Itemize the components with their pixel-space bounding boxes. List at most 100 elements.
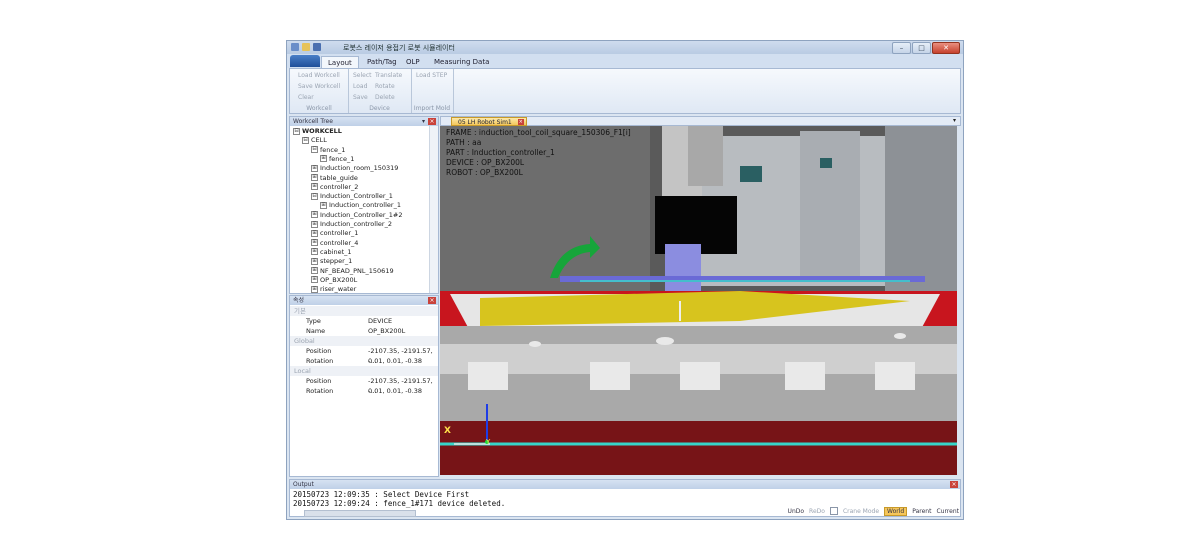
property-row: Rotation 0.01, 0.01, -0.38	[290, 356, 438, 366]
tree-item[interactable]: ⊞ controller_2	[311, 183, 358, 191]
expand-toggle-icon[interactable]: ⊞	[311, 276, 318, 284]
tree-item[interactable]: ⊟ CELL	[302, 136, 327, 144]
tab-robot-sim[interactable]: 05 LH Robot Sim1 ×	[451, 117, 527, 126]
close-tab-icon[interactable]: ×	[517, 119, 524, 125]
tree-item-label: fence_1	[329, 154, 355, 163]
output-hscrollbar[interactable]	[304, 510, 416, 517]
tab-olp[interactable]: OLP	[400, 56, 426, 68]
translate-button[interactable]: Translate	[375, 72, 402, 79]
load-step-button[interactable]: Load STEP	[416, 72, 447, 79]
tree-item[interactable]: ⊟ Induction_Controller_1	[311, 192, 393, 200]
tree-item[interactable]: ⊞ Induction_controller_1	[320, 201, 401, 209]
close-button[interactable]: ✕	[932, 42, 960, 54]
expand-toggle-icon[interactable]: ⊟	[311, 146, 318, 154]
close-pane-icon[interactable]: ×	[428, 297, 436, 304]
expand-toggle-icon[interactable]: ⊞	[311, 257, 318, 265]
expand-toggle-icon[interactable]: ⊞	[311, 267, 318, 274]
title-bar: 로봇스 레이저 용접기 로봇 시뮬레이터 – □ ✕	[287, 41, 963, 54]
ribbon-group-import-mold: Load STEP Import Mold	[411, 69, 454, 113]
tree-item[interactable]: ⊞ Induction_controller_2	[311, 220, 392, 228]
load-workcell-button[interactable]: Load Workcell	[298, 72, 340, 79]
tab-list-dropdown-icon[interactable]: ▾	[953, 117, 956, 124]
expand-toggle-icon[interactable]: ⊞	[320, 201, 327, 209]
output-line: 20150723 12:09:24 : fence_1#171 device d…	[293, 499, 506, 508]
property-row: Type DEVICE	[290, 316, 438, 326]
open-icon[interactable]	[302, 43, 310, 51]
ribbon-tabs: Layout Path/Tag OLP Measuring Data	[287, 54, 963, 69]
world-frame-button[interactable]: World	[884, 506, 908, 516]
expand-toggle-icon[interactable]: ⊞	[311, 248, 318, 256]
category-label: Global	[294, 337, 315, 345]
ribbon-group-label: Workcell	[306, 105, 332, 112]
expand-toggle-icon[interactable]: ⊞	[311, 183, 318, 191]
property-key: Name	[306, 327, 326, 335]
property-value[interactable]: 0.01, 0.01, -0.38	[368, 386, 422, 396]
minimize-button[interactable]: –	[892, 42, 911, 54]
tree-item[interactable]: ⊞ table_guide	[311, 174, 358, 182]
parent-frame-button[interactable]: Parent	[912, 508, 931, 515]
rotate-button[interactable]: Rotate	[375, 83, 395, 90]
select-button[interactable]: Select	[353, 72, 372, 79]
property-category[interactable]: Local	[290, 366, 438, 376]
expand-toggle-icon[interactable]: ⊟	[311, 192, 318, 200]
tree-item-label: stepper_1	[320, 257, 353, 266]
redo-button[interactable]: ReDo	[809, 508, 825, 515]
pin-icon[interactable]: ▾	[422, 117, 425, 126]
expand-toggle-icon[interactable]: ⊟	[293, 127, 300, 135]
tree-item[interactable]: ⊞ Induction_room_150319	[311, 164, 398, 172]
delete-button[interactable]: Delete	[375, 94, 395, 101]
tree-item[interactable]: ⊟ WORKCELL	[293, 127, 342, 135]
expand-toggle-icon[interactable]: ⊞	[311, 229, 318, 237]
expand-toggle-icon[interactable]: ⊞	[311, 164, 318, 172]
tab-path-tag[interactable]: Path/Tag	[361, 56, 403, 68]
window-title: 로봇스 레이저 용접기 로봇 시뮬레이터	[343, 44, 455, 52]
property-row: Name OP_BX200L	[290, 326, 438, 336]
tree-item[interactable]: ⊞ OP_BX200L	[311, 276, 357, 284]
tree-item[interactable]: ⊞ NF_BEAD_PNL_150619	[311, 267, 394, 275]
property-category[interactable]: Global	[290, 336, 438, 346]
expand-toggle-icon[interactable]: ⊞	[311, 239, 318, 247]
save-workcell-button[interactable]: Save Workcell	[298, 83, 340, 90]
tree-item[interactable]: ⊞ Induction_Controller_1#2	[311, 211, 403, 219]
app-icon[interactable]	[291, 43, 299, 51]
pane-title: Workcell Tree	[293, 118, 333, 125]
tree-item-label: Induction_controller_1	[329, 201, 401, 210]
property-category[interactable]: 기본	[290, 306, 438, 316]
expand-toggle-icon[interactable]: ⊞	[311, 220, 318, 228]
scene-3d	[440, 126, 957, 475]
crane-mode-checkbox[interactable]	[829, 507, 838, 515]
expand-toggle-icon[interactable]: ⊞	[320, 155, 327, 163]
save-device-button[interactable]: Save	[353, 94, 368, 101]
application-menu-button[interactable]	[290, 55, 320, 67]
tree-item[interactable]: ⊞ riser_water	[311, 285, 356, 293]
load-device-button[interactable]: Load	[353, 83, 367, 90]
undo-button[interactable]: UnDo	[788, 508, 805, 515]
expand-toggle-icon[interactable]: ⊟	[302, 136, 309, 144]
3d-viewport[interactable]: FRAME : induction_tool_coil_square_15030…	[440, 126, 957, 475]
tree-item[interactable]: ⊞ cabinet_1	[311, 248, 352, 256]
control-panel-screen	[740, 166, 762, 182]
tree-item[interactable]: ⊞ fence_1	[320, 155, 354, 163]
pane-header: Workcell Tree ▾ ×	[290, 117, 438, 126]
close-pane-icon[interactable]: ×	[950, 481, 958, 488]
clear-button[interactable]: Clear	[298, 94, 314, 101]
property-value[interactable]: OP_BX200L	[368, 326, 405, 336]
close-pane-icon[interactable]: ×	[428, 118, 436, 125]
tree-item[interactable]: ⊟ fence_1	[311, 146, 345, 154]
tree-scrollbar[interactable]	[429, 126, 438, 293]
tab-measuring-data[interactable]: Measuring Data	[428, 56, 495, 68]
status-bar: UnDo ReDo Crane Mode World Parent Curren…	[788, 506, 959, 516]
expand-toggle-icon[interactable]: ⊞	[311, 174, 318, 181]
property-value[interactable]: 0.01, 0.01, -0.38	[368, 356, 422, 366]
save-icon[interactable]	[313, 43, 321, 51]
expand-toggle-icon[interactable]: ⊞	[311, 285, 318, 293]
selection-info: FRAME : induction_tool_coil_square_15030…	[446, 128, 631, 178]
tree-item[interactable]: ⊞ stepper_1	[311, 257, 352, 265]
tree-item[interactable]: ⊞ controller_1	[311, 229, 358, 237]
expand-toggle-icon[interactable]: ⊞	[311, 211, 318, 219]
current-frame-button[interactable]: Current	[936, 508, 959, 515]
tree-item[interactable]: ⊞ controller_4	[311, 239, 358, 247]
device-label: DEVICE : OP_BX200L	[446, 158, 525, 167]
maximize-button[interactable]: □	[912, 42, 931, 54]
property-value[interactable]: DEVICE	[368, 316, 392, 326]
